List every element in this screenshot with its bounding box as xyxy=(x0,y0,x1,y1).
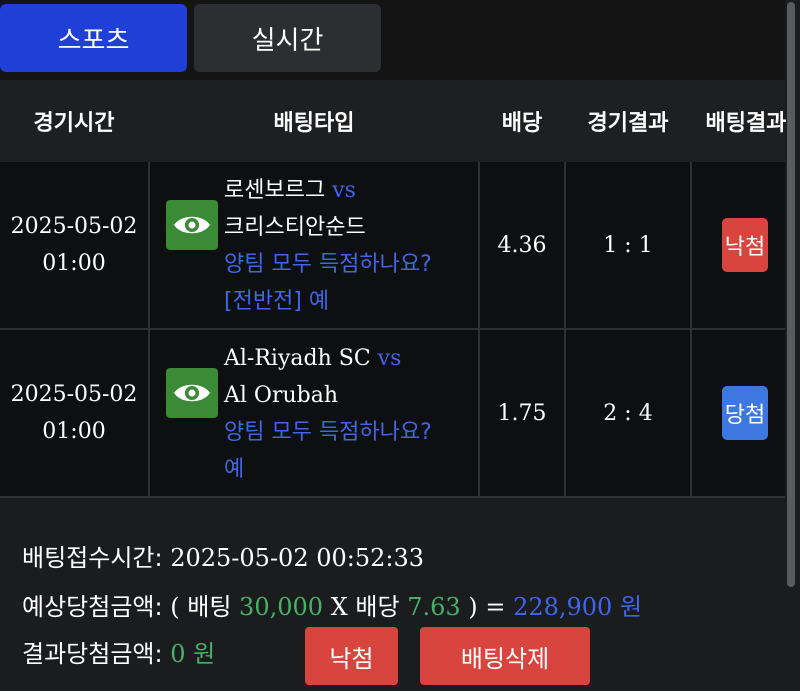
eye-icon[interactable] xyxy=(166,200,218,250)
expected-label: 예상당첨금액: xyxy=(22,593,163,621)
result-label: 결과당첨금액: xyxy=(22,640,163,668)
header-bet-type: 배팅타입 xyxy=(273,111,355,136)
away-team: 크리스티안순드 xyxy=(224,215,366,240)
status-badge: 당첨 xyxy=(722,386,768,440)
divider xyxy=(690,162,692,328)
scrollbar-thumb[interactable] xyxy=(787,2,795,587)
bet-type: 로센보르그 vs 크리스티안순드 양팀 모두 득점하나요? [전반전] 예 xyxy=(224,172,432,320)
bet-amount: 30,000 xyxy=(239,593,324,621)
bet-time-label: 배팅접수시간: xyxy=(22,544,163,572)
vs-label: vs xyxy=(332,178,356,203)
bet-label: 배팅 xyxy=(187,593,232,621)
bet-type: Al-Riyadh SC vs Al Orubah 양팀 모두 득점하나요? 예 xyxy=(224,340,432,488)
table-row: 2025-05-02 01:00 Al-Riyadh SC vs Al Oruba… xyxy=(0,330,785,496)
status-badge: 낙첨 xyxy=(722,218,768,272)
bet-time-value: 2025-05-02 00:52:33 xyxy=(170,544,425,572)
match-date: 2025-05-02 xyxy=(10,382,138,407)
divider xyxy=(690,330,692,496)
tab-sports[interactable]: 스포츠 xyxy=(0,4,187,72)
bet-question[interactable]: 양팀 모두 득점하나요? xyxy=(224,246,432,283)
open-paren: ( xyxy=(170,593,180,621)
table-header: 경기시간 배팅타입 배당 경기결과 배팅결과 xyxy=(0,80,786,162)
header-time: 경기시간 xyxy=(33,111,115,136)
expected-amount: 228,900 xyxy=(513,593,613,621)
match-date: 2025-05-02 xyxy=(10,214,138,239)
header-result: 경기결과 xyxy=(587,111,669,136)
match-time: 2025-05-02 01:00 xyxy=(0,162,148,328)
divider xyxy=(148,330,150,496)
match-score: 1 : 1 xyxy=(603,232,653,258)
result-amount: 0 xyxy=(170,640,186,668)
match-clock: 01:00 xyxy=(42,251,106,276)
table-row: 2025-05-02 01:00 로센보르그 vs 크리스티안순드 양팀 모두 득… xyxy=(0,162,785,328)
total-odds: 7.63 xyxy=(407,593,461,621)
header-odds: 배당 xyxy=(501,111,543,136)
lose-status-button[interactable]: 낙첨 xyxy=(305,627,398,685)
odds-label: 배당 xyxy=(355,593,400,621)
match-time: 2025-05-02 01:00 xyxy=(0,330,148,496)
bet-pick[interactable]: [전반전] 예 xyxy=(224,283,432,320)
bet-pick[interactable]: 예 xyxy=(224,451,432,488)
row-divider xyxy=(0,496,785,498)
match-clock: 01:00 xyxy=(42,419,106,444)
match-score: 2 : 4 xyxy=(603,400,653,426)
odds-value: 1.75 xyxy=(497,400,547,426)
home-team: Al-Riyadh SC xyxy=(224,346,371,371)
header-bet-result: 배팅결과 xyxy=(705,111,787,136)
tab-bar: 스포츠 실시간 xyxy=(0,0,785,80)
odds-value: 4.36 xyxy=(497,232,547,258)
close-paren: ) xyxy=(468,593,478,621)
expected-win-line: 예상당첨금액: ( 배팅 30,000 X 배당 7.63 ) = 228,90… xyxy=(22,587,642,622)
result-win-line: 결과당첨금액: 0 원 xyxy=(22,634,215,669)
bet-time-line: 배팅접수시간: 2025-05-02 00:52:33 xyxy=(22,538,424,573)
divider xyxy=(148,162,150,328)
currency-won: 원 xyxy=(619,593,643,621)
result-currency: 원 xyxy=(193,640,216,668)
times-sign: X xyxy=(330,593,348,621)
home-team: 로센보르그 xyxy=(224,178,326,203)
delete-bet-button[interactable]: 배팅삭제 xyxy=(420,627,590,685)
vs-label: vs xyxy=(377,346,402,371)
tab-live[interactable]: 실시간 xyxy=(194,4,381,72)
bet-question[interactable]: 양팀 모두 득점하나요? xyxy=(224,414,432,451)
equals-sign: = xyxy=(485,593,506,621)
eye-icon[interactable] xyxy=(166,368,218,418)
away-team: Al Orubah xyxy=(224,383,339,408)
